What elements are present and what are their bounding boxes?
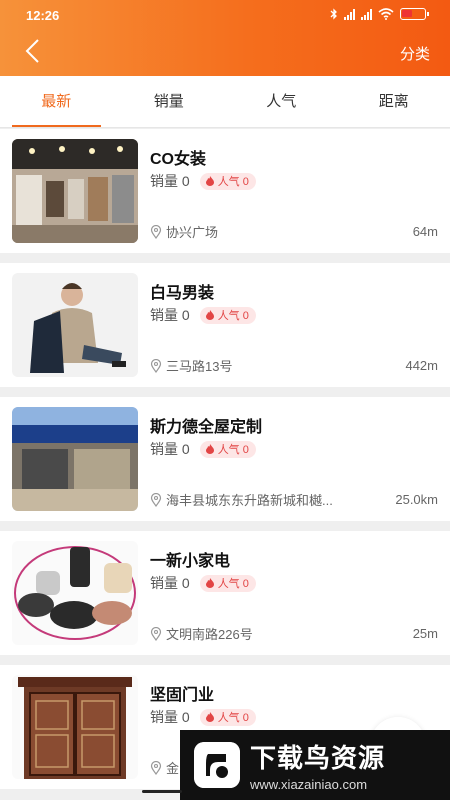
popularity-count: 人气 0 [217,578,249,590]
flame-icon [205,712,214,722]
store-thumbnail-storefront [12,407,138,511]
popularity-badge: 人气 0 [199,440,256,458]
store-meta: 销量 0 人气 0 [150,439,256,459]
back-button[interactable] [20,36,48,66]
store-card[interactable]: 一新小家电 销量 0 人气 0 文明南路226号 25m [0,531,450,655]
map-pin-icon [150,358,162,373]
signal-icon-2 [361,8,372,20]
sales-count: 销量 0 [150,709,190,725]
status-icons [330,8,429,20]
store-card[interactable]: CO女装 销量 0 人气 0 协兴广场 64m [0,129,450,253]
watermark-text: 下载鸟资源 www.xiazainiao.com [250,738,385,792]
store-address-row: 海丰县城东东升路新城和樾... [150,490,380,509]
flame-icon [205,578,214,588]
store-meta: 销量 0 人气 0 [150,171,256,191]
store-thumbnail-clothing [12,139,138,243]
bird-logo-icon [194,742,240,788]
store-distance: 64m [412,224,438,239]
watermark-banner: 下载鸟资源 www.xiazainiao.com [180,730,450,800]
map-pin-icon [150,492,162,507]
sales-count: 销量 0 [150,575,190,591]
store-address: 文明南路226号 [166,627,253,642]
app-header: 12:26 分类 [0,0,450,76]
store-card[interactable]: 斯力德全屋定制 销量 0 人气 0 海丰县城东东升路新城和樾... 25.0km [0,397,450,521]
battery-icon [400,8,429,20]
sort-tabs: 最新 销量 人气 距离 [0,76,450,128]
popularity-badge: 人气 0 [199,172,256,190]
flame-icon [205,444,214,454]
watermark-url: www.xiazainiao.com [250,777,368,792]
flame-icon [205,176,214,186]
store-thumbnail-door [12,675,138,779]
store-address-row: 三马路13号 [150,356,380,375]
store-thumbnail-appliances [12,541,138,645]
store-name: CO女装 [150,151,207,168]
popularity-count: 人气 0 [217,444,249,456]
category-button[interactable]: 分类 [400,43,430,64]
home-indicator [142,790,182,793]
popularity-count: 人气 0 [217,176,249,188]
signal-icon-1 [344,8,355,20]
store-address: 三马路13号 [166,359,233,374]
store-list: CO女装 销量 0 人气 0 协兴广场 64m 白马男装 销量 0 人气 0 三… [0,129,450,799]
tab-latest[interactable]: 最新 [0,76,113,127]
store-address: 海丰县城东东升路新城和樾... [166,493,333,508]
store-address: 金 [166,761,180,776]
store-distance: 25.0km [395,492,438,507]
sales-count: 销量 0 [150,307,190,323]
map-pin-icon [150,760,162,775]
map-pin-icon [150,224,162,239]
wifi-icon [378,8,394,20]
store-address-row: 协兴广场 [150,222,380,241]
store-meta: 销量 0 人气 0 [150,707,256,727]
store-meta: 销量 0 人气 0 [150,573,256,593]
store-name: 一新小家电 [150,553,231,570]
store-meta: 销量 0 人气 0 [150,305,256,325]
store-name: 坚固门业 [150,687,215,704]
store-thumbnail-menswear [12,273,138,377]
popularity-badge: 人气 0 [199,574,256,592]
store-distance: 442m [405,358,438,373]
sales-count: 销量 0 [150,173,190,189]
store-address-row: 文明南路226号 [150,624,380,643]
store-address: 协兴广场 [166,225,219,240]
popularity-count: 人气 0 [217,712,249,724]
sales-count: 销量 0 [150,441,190,457]
status-time: 12:26 [26,8,60,23]
store-card[interactable]: 白马男装 销量 0 人气 0 三马路13号 442m [0,263,450,387]
tab-distance[interactable]: 距离 [338,76,450,127]
watermark-title: 下载鸟资源 [250,743,386,773]
popularity-count: 人气 0 [217,310,249,322]
store-distance: 25m [412,626,438,641]
tab-sales[interactable]: 销量 [113,76,226,127]
map-pin-icon [150,626,162,641]
tab-popularity[interactable]: 人气 [225,76,338,127]
status-bar: 12:26 [0,0,450,30]
store-name: 斯力德全屋定制 [150,419,263,436]
bluetooth-icon [330,8,337,20]
store-name: 白马男装 [150,285,215,302]
flame-icon [205,310,214,320]
popularity-badge: 人气 0 [199,306,256,324]
popularity-badge: 人气 0 [199,708,256,726]
